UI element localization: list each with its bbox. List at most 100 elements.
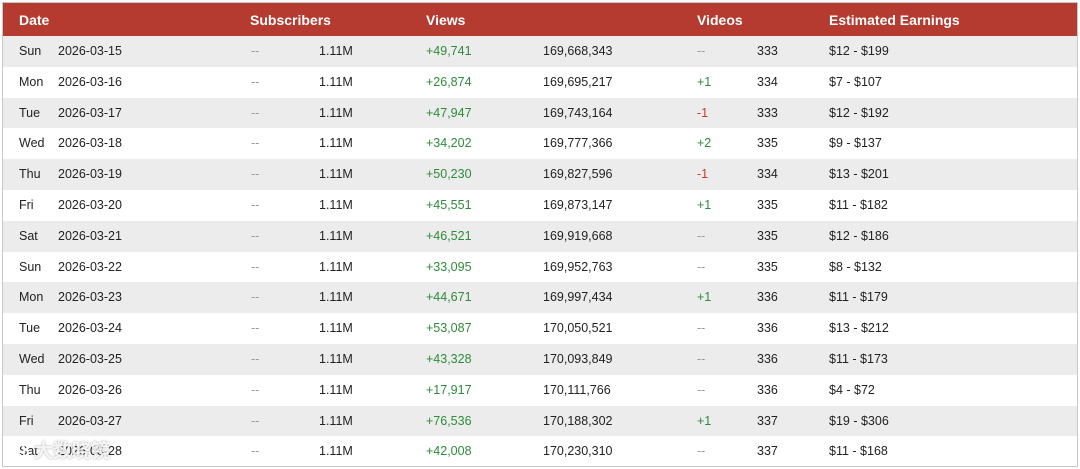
table-row: Wed 2026-03-18 -- 1.11M +34,202 169,777,366 +2…: [3, 128, 1077, 160]
cell-views-total: 169,743,164: [543, 105, 613, 120]
cell-videos-change: +1: [697, 413, 712, 428]
header-date[interactable]: Date: [19, 12, 49, 28]
cell-videos-total: 335: [757, 259, 778, 274]
table-row: Thu 2026-03-26 -- 1.11M +17,917 170,111,766 --…: [3, 374, 1077, 406]
cell-subscribers-total: 1.11M: [319, 44, 353, 58]
cell-estimated-earnings: $12 - $199: [829, 44, 889, 58]
table-row: Tue 2026-03-17 -- 1.11M +47,947 169,743,164 -1…: [3, 97, 1077, 129]
cell-subscribers-change: --: [251, 74, 260, 89]
cell-estimated-earnings: $13 - $212: [829, 321, 889, 336]
cell-day: Wed: [19, 351, 45, 366]
cell-estimated-earnings: $11 - $179: [829, 290, 888, 305]
cell-videos-total: 333: [757, 105, 778, 120]
table-row: Sun 2026-03-15 -- 1.11M +49,741 169,668,343 --…: [3, 36, 1077, 67]
cell-subscribers-change: --: [251, 259, 260, 274]
cell-date: 2026-03-24: [58, 321, 122, 336]
cell-views-change: +45,551: [426, 197, 472, 212]
cell-views-total: 170,050,521: [543, 321, 613, 336]
cell-views-total: 170,093,849: [543, 351, 613, 366]
cell-day: Fri: [19, 413, 34, 428]
cell-date: 2026-03-19: [58, 167, 122, 182]
cell-estimated-earnings: $11 - $173: [829, 351, 888, 366]
cell-views-change: +26,874: [426, 74, 472, 89]
cell-videos-change: --: [697, 259, 706, 274]
cell-estimated-earnings: $7 - $107: [829, 74, 882, 89]
header-views[interactable]: Views: [426, 12, 465, 28]
watermark-logo-icon: [8, 444, 30, 457]
cell-videos-total: 337: [757, 413, 778, 428]
watermark: 大数晓镜: [8, 436, 110, 463]
cell-subscribers-change: --: [251, 228, 260, 243]
cell-videos-total: 336: [757, 290, 778, 305]
cell-subscribers-total: 1.11M: [319, 259, 353, 274]
cell-videos-total: 335: [757, 228, 778, 243]
cell-estimated-earnings: $19 - $306: [829, 413, 889, 428]
cell-subscribers-change: --: [251, 321, 260, 336]
header-estimated-earnings[interactable]: Estimated Earnings: [829, 12, 960, 28]
table-row: Sat 2026-03-21 -- 1.11M +46,521 169,919,668 --…: [3, 220, 1077, 252]
table-row: Mon 2026-03-23 -- 1.11M +44,671 169,997,434 +1…: [3, 282, 1077, 314]
header-subscribers[interactable]: Subscribers: [250, 12, 331, 28]
cell-views-total: 169,873,147: [543, 197, 613, 212]
cell-subscribers-change: --: [251, 197, 260, 212]
cell-views-total: 169,668,343: [543, 44, 613, 58]
cell-date: 2026-03-23: [58, 290, 122, 305]
table-row: Sun 2026-03-22 -- 1.11M +33,095 169,952,763 --…: [3, 251, 1077, 283]
cell-subscribers-change: --: [251, 167, 260, 182]
cell-subscribers-total: 1.11M: [319, 413, 353, 428]
cell-videos-change: +1: [697, 290, 712, 305]
cell-day: Sun: [19, 44, 42, 58]
header-videos[interactable]: Videos: [697, 12, 743, 28]
cell-views-total: 170,188,302: [543, 413, 613, 428]
cell-subscribers-total: 1.11M: [319, 228, 353, 243]
cell-videos-change: --: [697, 444, 706, 459]
cell-subscribers-total: 1.11M: [319, 382, 353, 397]
cell-date: 2026-03-21: [58, 228, 122, 243]
cell-videos-change: -1: [697, 105, 709, 120]
cell-views-total: 169,827,596: [543, 167, 613, 182]
cell-day: Wed: [19, 136, 45, 151]
cell-videos-change: --: [697, 351, 706, 366]
cell-videos-change: +2: [697, 136, 712, 151]
table-row: Tue 2026-03-24 -- 1.11M +53,087 170,050,521 --…: [3, 313, 1077, 344]
cell-views-change: +43,328: [426, 351, 472, 366]
cell-estimated-earnings: $12 - $192: [829, 105, 889, 120]
cell-subscribers-change: --: [251, 44, 260, 58]
cell-views-change: +42,008: [426, 444, 472, 459]
cell-day: Tue: [19, 321, 41, 336]
cell-subscribers-change: --: [251, 382, 260, 397]
cell-views-total: 169,997,434: [543, 290, 613, 305]
cell-subscribers-total: 1.11M: [319, 136, 353, 151]
cell-estimated-earnings: $11 - $182: [829, 197, 888, 212]
cell-views-change: +46,521: [426, 228, 472, 243]
cell-videos-total: 335: [757, 197, 778, 212]
daily-stats-table: Date Subscribers Views Videos Estimated …: [2, 2, 1078, 467]
cell-subscribers-total: 1.11M: [319, 351, 353, 366]
cell-views-change: +44,671: [426, 290, 472, 305]
cell-views-change: +50,230: [426, 167, 472, 182]
cell-date: 2026-03-22: [58, 259, 122, 274]
cell-estimated-earnings: $4 - $72: [829, 382, 875, 397]
cell-views-change: +34,202: [426, 136, 472, 151]
cell-date: 2026-03-16: [58, 74, 122, 89]
table-row: Sat 2026-03-28 -- 1.11M +42,008 170,230,310 --…: [3, 436, 1077, 466]
cell-views-total: 169,695,217: [543, 74, 613, 89]
cell-subscribers-change: --: [251, 136, 260, 151]
cell-videos-change: --: [697, 382, 706, 397]
cell-videos-total: 336: [757, 351, 778, 366]
cell-subscribers-total: 1.11M: [319, 290, 353, 305]
cell-videos-total: 336: [757, 382, 778, 397]
cell-views-total: 169,919,668: [543, 228, 613, 243]
cell-date: 2026-03-26: [58, 382, 122, 397]
cell-videos-total: 334: [757, 74, 778, 89]
cell-subscribers-change: --: [251, 105, 260, 120]
cell-date: 2026-03-15: [58, 44, 122, 58]
cell-estimated-earnings: $12 - $186: [829, 228, 889, 243]
cell-views-change: +47,947: [426, 105, 472, 120]
cell-views-change: +33,095: [426, 259, 472, 274]
cell-date: 2026-03-18: [58, 136, 122, 151]
cell-estimated-earnings: $9 - $137: [829, 136, 882, 151]
table-row: Mon 2026-03-16 -- 1.11M +26,874 169,695,217 +1…: [3, 66, 1077, 98]
cell-day: Thu: [19, 167, 41, 182]
table-row: Fri 2026-03-27 -- 1.11M +76,536 170,188,302 +1…: [3, 405, 1077, 437]
